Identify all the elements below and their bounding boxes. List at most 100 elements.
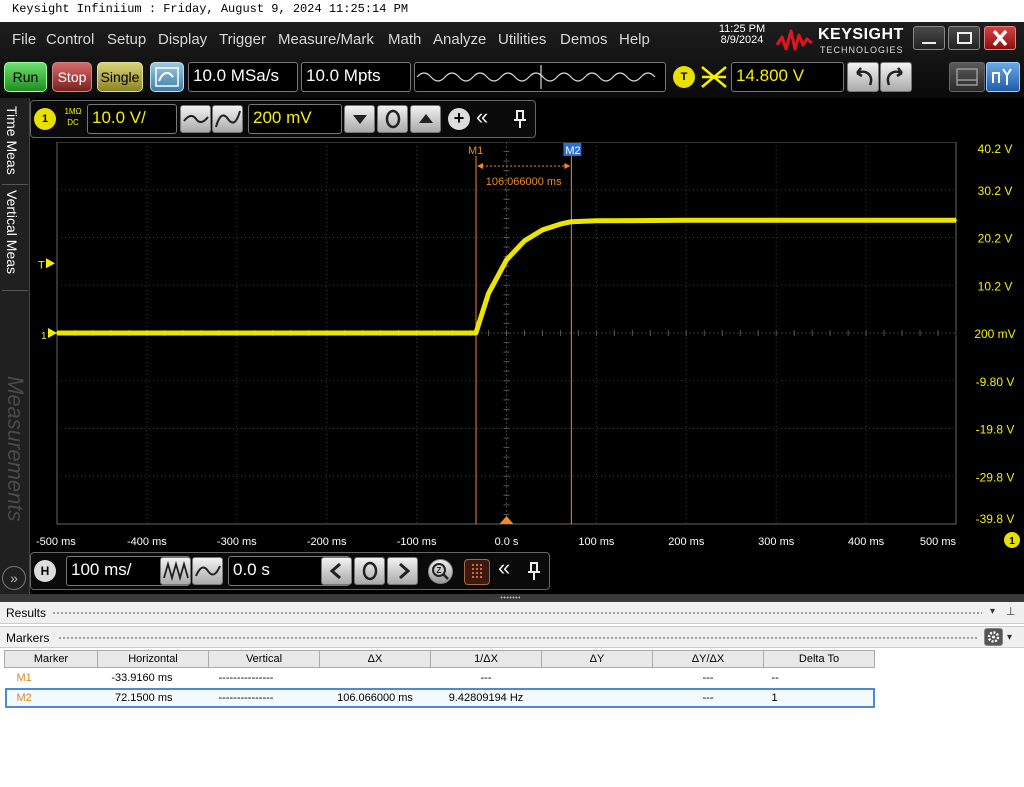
offset-up-button[interactable] — [410, 105, 441, 133]
marker-m1-label[interactable]: M1 — [468, 145, 483, 157]
markers-settings-button[interactable] — [984, 628, 1003, 646]
sample-rate-field[interactable]: 10.0 MSa/s — [188, 62, 298, 92]
waveform-area[interactable]: M1 M2 106.066000 ms 40.2 V 30.2 V 20.2 V 10.2 … — [30, 141, 1024, 550]
wave-flat-icon — [183, 115, 209, 123]
offset-zero-button[interactable] — [377, 105, 408, 133]
menu-utilities[interactable]: Utilities — [498, 31, 546, 48]
scale-coarse-button[interactable] — [212, 105, 243, 133]
arrow-down-icon — [353, 115, 367, 124]
scale-fine-button[interactable] — [180, 105, 211, 133]
segmented-button[interactable] — [464, 559, 490, 585]
table-row-selected[interactable]: M2 72.1500 ms --------------- 106.066000… — [4, 687, 875, 708]
redo-button[interactable] — [880, 62, 912, 92]
timebase-controls: H 100 ms/ 0.0 s Z « — [30, 550, 1024, 594]
run-button[interactable]: Run — [4, 62, 47, 92]
zoom-button[interactable]: Z — [428, 559, 453, 584]
marker-m2-label[interactable]: M2 — [565, 145, 580, 157]
pin-icon[interactable] — [524, 560, 544, 582]
results-pin-icon[interactable]: ⊥ — [1006, 605, 1016, 618]
time-scale-slow-button[interactable] — [192, 557, 223, 585]
double-chevron-right-icon: » — [10, 570, 18, 586]
delay-left-button[interactable] — [321, 557, 352, 585]
window-title: Keysight Infiniium : Friday, August 9, 2… — [0, 0, 1024, 22]
menu-file[interactable]: File — [12, 31, 36, 48]
channel-coupling[interactable]: 1MΩ DC — [60, 106, 86, 128]
trigger-level-field[interactable]: 14.800 V — [731, 62, 844, 92]
tab-measurements[interactable]: Measurements — [2, 376, 28, 522]
arrow-up-icon — [419, 114, 433, 123]
cell-delta-y — [542, 688, 653, 708]
markers-title: Markers — [6, 631, 50, 645]
cell-delta-x — [320, 668, 431, 688]
menu-setup[interactable]: Setup — [107, 31, 146, 48]
col-delta-to[interactable]: Delta To — [763, 650, 875, 668]
waveform-plot[interactable]: M1 M2 106.066000 ms 40.2 V 30.2 V 20.2 V 10.2 … — [30, 141, 1024, 550]
touch-mode-button[interactable] — [986, 62, 1020, 92]
display-layout-button[interactable] — [949, 62, 985, 92]
stop-button[interactable]: Stop — [52, 62, 92, 92]
pane-splitter[interactable] — [0, 594, 1024, 602]
expand-panel-button[interactable]: » — [2, 566, 26, 590]
vertical-offset-field[interactable]: 200 mV — [248, 104, 342, 134]
channel-1-badge[interactable]: 1 — [34, 108, 56, 130]
trace-point — [474, 332, 477, 334]
menu-math[interactable]: Math — [388, 31, 421, 48]
channel-controls: 1 1MΩ DC 10.0 V/ 200 mV + « — [30, 98, 1024, 142]
menu-measure-mark[interactable]: Measure/Mark — [278, 31, 374, 48]
single-button[interactable]: Single — [97, 62, 143, 92]
col-delta-y[interactable]: ΔY — [541, 650, 653, 668]
ground-marker-label[interactable]: 1 — [41, 331, 47, 342]
segments-icon — [472, 564, 482, 580]
col-horizontal[interactable]: Horizontal — [97, 650, 209, 668]
cell-horizontal: -33.9160 ms — [111, 671, 173, 684]
col-marker[interactable]: Marker — [4, 650, 98, 668]
cell-vertical: --------------- — [218, 671, 274, 684]
x-tick-label: -100 ms — [397, 536, 437, 548]
col-delta-x[interactable]: ΔX — [319, 650, 431, 668]
menu-display[interactable]: Display — [158, 31, 207, 48]
cell-delta-y-over-x: --- — [702, 671, 714, 684]
menu-analyze[interactable]: Analyze — [433, 31, 486, 48]
menu-bar: File Control Setup Display Trigger Measu… — [0, 22, 720, 54]
collapse-channel-button[interactable]: « — [476, 104, 488, 130]
pin-icon[interactable] — [510, 108, 530, 130]
ground-marker-arrow-icon[interactable] — [48, 328, 57, 338]
cell-delta-y-over-x: --- — [702, 691, 714, 704]
offset-down-button[interactable] — [344, 105, 375, 133]
collapse-timebase-button[interactable]: « — [498, 555, 510, 581]
vertical-scale-field[interactable]: 10.0 V/ — [87, 104, 177, 134]
col-vertical[interactable]: Vertical — [208, 650, 320, 668]
menu-help[interactable]: Help — [619, 31, 650, 48]
menu-demos[interactable]: Demos — [560, 31, 608, 48]
menu-control[interactable]: Control — [46, 31, 94, 48]
memory-depth-field[interactable]: 10.0 Mpts — [301, 62, 411, 92]
close-button[interactable] — [984, 26, 1016, 50]
delay-right-button[interactable] — [387, 557, 418, 585]
minimize-button[interactable] — [913, 26, 945, 50]
autoscale-button[interactable] — [150, 62, 184, 92]
undo-button[interactable] — [847, 62, 879, 92]
results-grip — [52, 611, 982, 615]
tab-vertical-meas[interactable]: Vertical Meas — [4, 190, 20, 274]
trace-point — [559, 223, 562, 226]
trigger-level-arrow-icon[interactable] — [46, 258, 55, 269]
layout-icon — [956, 68, 978, 86]
maximize-button[interactable] — [948, 26, 980, 50]
results-menu-icon[interactable]: ▾ — [990, 606, 995, 617]
chevron-down-icon[interactable]: ▾ — [1007, 632, 1012, 643]
trigger-level-label[interactable]: T — [38, 259, 45, 271]
table-row[interactable]: M1 -33.9160 ms --------------- --- --- -… — [5, 668, 875, 688]
col-inverse-delta-x[interactable]: 1/ΔX — [430, 650, 542, 668]
y-tick-label: 200 mV — [974, 327, 1015, 341]
tab-time-meas[interactable]: Time Meas — [4, 106, 20, 175]
x-tick-label: 200 ms — [668, 536, 705, 548]
horizontal-badge[interactable]: H — [34, 560, 56, 582]
x-tick-label: 400 ms — [848, 536, 885, 548]
waveform-overview[interactable] — [414, 62, 666, 92]
delay-zero-button[interactable] — [354, 557, 385, 585]
add-channel-button[interactable]: + — [448, 108, 470, 130]
time-scale-fast-button[interactable] — [160, 557, 191, 585]
col-delta-y-over-x[interactable]: ΔY/ΔX — [652, 650, 764, 668]
trigger-badge: T — [673, 66, 695, 88]
menu-trigger[interactable]: Trigger — [219, 31, 266, 48]
